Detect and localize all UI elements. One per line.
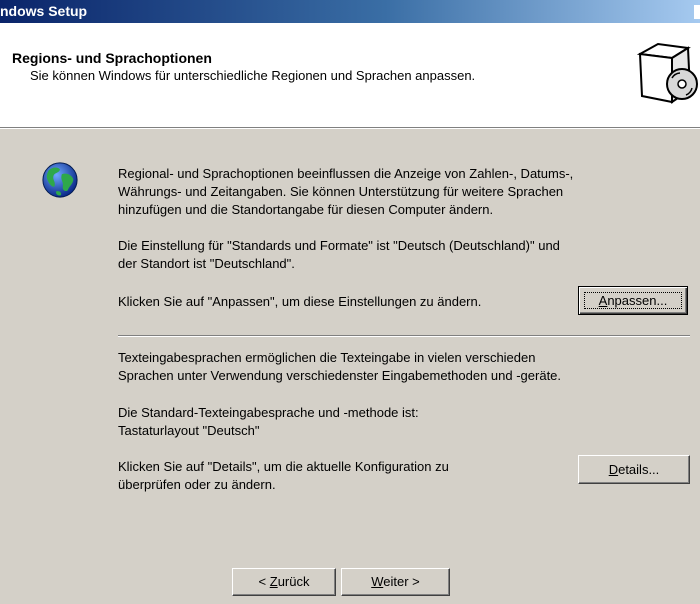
- setup-box-cd-icon: [636, 40, 700, 104]
- details-prompt-line: Klicken Sie auf "Details", um die aktuel…: [118, 459, 449, 474]
- input-description-line: Sprachen unter Verwendung verschiedenste…: [118, 368, 562, 383]
- next-button[interactable]: Weiter >: [341, 568, 450, 596]
- details-button-label: etails...: [618, 461, 660, 477]
- regional-current-line: Die Einstellung für "Standards und Forma…: [118, 238, 560, 253]
- regional-description-line: hinzufügen und die Standortangabe für di…: [118, 202, 494, 217]
- back-button-accel: Z: [269, 574, 278, 589]
- regional-current-line: der Standort ist "Deutschland".: [118, 256, 295, 271]
- input-current-line: Tastaturlayout "Deutsch": [118, 423, 260, 438]
- page-title: Regions- und Sprachoptionen: [12, 50, 212, 66]
- back-button[interactable]: < Zurück: [232, 568, 336, 596]
- next-button-label: eiter >: [383, 574, 420, 589]
- header-separator: [0, 128, 700, 129]
- window-title: ndows Setup: [0, 3, 88, 19]
- details-prompt-line: überprüfen oder zu ändern.: [118, 477, 276, 492]
- title-bar: ndows Setup: [0, 0, 700, 23]
- details-button-accel: D: [608, 461, 619, 477]
- input-description-line: Texteingabesprachen ermöglichen die Text…: [118, 350, 536, 365]
- details-prompt: Klicken Sie auf "Details", um die aktuel…: [118, 458, 449, 494]
- back-button-prefix: <: [258, 574, 270, 589]
- customize-button[interactable]: Anpassen...: [578, 286, 688, 315]
- customize-prompt: Klicken Sie auf "Anpassen", um diese Ein…: [118, 294, 482, 309]
- customize-button-label: npassen...: [607, 292, 668, 308]
- wizard-header: Regions- und Sprachoptionen Sie können W…: [0, 23, 700, 128]
- globe-icon: [42, 162, 78, 198]
- section-divider: [118, 335, 690, 337]
- next-button-accel: W: [371, 574, 384, 589]
- regional-description-line: Regional- und Sprachoptionen beeinflusse…: [118, 166, 574, 181]
- input-description: Texteingabesprachen ermöglichen die Text…: [118, 349, 561, 385]
- regional-current-setting: Die Einstellung für "Standards und Forma…: [118, 237, 560, 273]
- details-button[interactable]: Details...: [578, 455, 690, 484]
- input-current-line: Die Standard-Texteingabesprache und -met…: [118, 405, 419, 420]
- regional-description: Regional- und Sprachoptionen beeinflusse…: [118, 165, 573, 219]
- page-subtitle: Sie können Windows für unterschiedliche …: [30, 68, 476, 83]
- title-bar-button-fragment[interactable]: [694, 5, 700, 19]
- back-button-label: urück: [277, 574, 310, 589]
- input-current-setting: Die Standard-Texteingabesprache und -met…: [118, 404, 419, 440]
- regional-description-line: Währungs- und Zeitangaben. Sie können Un…: [118, 184, 564, 199]
